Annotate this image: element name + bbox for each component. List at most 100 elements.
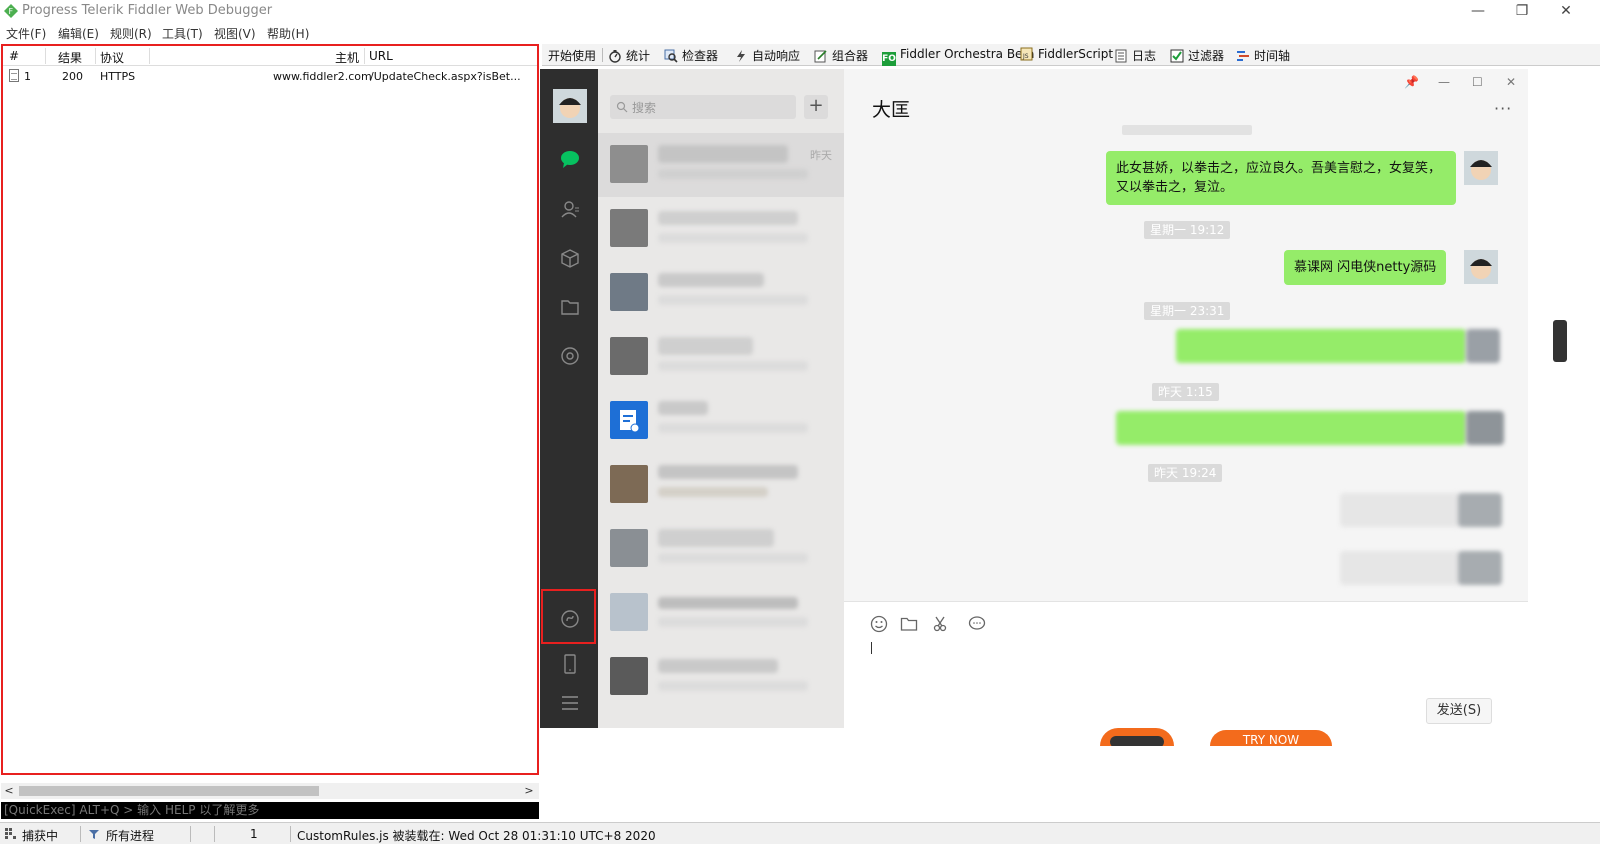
avatar[interactable]: [553, 89, 587, 123]
chat-maximize-button[interactable]: ☐: [1472, 75, 1483, 89]
horizontal-scrollbar[interactable]: < >: [1, 783, 539, 799]
menu-edit[interactable]: 编辑(E): [58, 25, 99, 42]
timestamp: 昨天 1:15: [1152, 383, 1219, 401]
menu-view[interactable]: 视图(V): [214, 25, 256, 42]
avatar: [610, 273, 648, 311]
message-bubble[interactable]: 慕课网 闪电侠netty源码: [1284, 250, 1447, 285]
sessions-header: # 结果 协议 主机 URL: [3, 46, 537, 66]
blurred-message[interactable]: [1340, 493, 1460, 527]
message-input[interactable]: 发送(S): [844, 602, 1528, 728]
tab-statistics[interactable]: 统计: [608, 47, 650, 65]
tab-filters[interactable]: 过滤器: [1170, 47, 1224, 65]
document-icon: [620, 410, 640, 433]
chat-minimize-button[interactable]: —: [1438, 75, 1450, 89]
tab-timeline[interactable]: 时间轴: [1236, 47, 1290, 65]
avatar: [1466, 411, 1504, 445]
scroll-right-icon[interactable]: >: [521, 783, 537, 799]
menu-help[interactable]: 帮助(H): [267, 25, 309, 42]
blurred-name: [658, 337, 753, 355]
message-bubble[interactable]: 此女甚娇，以拳击之，应泣良久。吾美言慰之，女复笑，又以拳击之，复泣。: [1106, 151, 1456, 205]
more-icon[interactable]: ···: [1494, 99, 1512, 118]
list-item[interactable]: [598, 261, 844, 325]
col-divider[interactable]: [95, 48, 96, 64]
timestamp: 星期一 23:31: [1144, 302, 1231, 320]
search-input[interactable]: 搜索: [610, 95, 796, 119]
list-item[interactable]: [598, 389, 844, 453]
chat-close-button[interactable]: ✕: [1506, 75, 1516, 89]
tab-orchestra[interactable]: FO Fiddler Orchestra Beta: [882, 47, 1035, 66]
message-area[interactable]: 此女甚娇，以拳击之，应泣良久。吾美言慰之，女复笑，又以拳击之，复泣。 星期一 1…: [844, 125, 1528, 601]
avatar: [1458, 551, 1502, 585]
avatar: [1466, 329, 1500, 363]
maximize-button[interactable]: ❐: [1500, 0, 1544, 22]
col-divider[interactable]: [149, 48, 150, 64]
scroll-left-icon[interactable]: <: [1, 783, 17, 799]
menu-bar: 文件(F) 编辑(E) 规则(R) 工具(T) 视图(V) 帮助(H): [0, 22, 540, 42]
blurred-name: [658, 465, 798, 479]
contacts-icon[interactable]: [560, 199, 580, 219]
list-item[interactable]: [598, 325, 844, 389]
status-divider: [290, 826, 291, 842]
send-button[interactable]: 发送(S): [1426, 698, 1492, 724]
session-row[interactable]: 1 200 HTTPS www.fiddler2.com /UpdateChec…: [3, 67, 537, 85]
minimize-button[interactable]: —: [1456, 0, 1500, 22]
fo-badge-icon: FO: [882, 52, 896, 66]
quickexec-input[interactable]: [QuickExec] ALT+Q > 输入 HELP 以了解更多: [1, 802, 539, 819]
col-host[interactable]: 主机: [335, 49, 359, 66]
menu-icon[interactable]: [560, 693, 580, 713]
list-item[interactable]: [598, 645, 844, 709]
pin-icon[interactable]: 📌: [1404, 75, 1419, 89]
chat-bubble-icon[interactable]: [560, 149, 580, 169]
capturing-status[interactable]: 捕获中: [22, 827, 58, 844]
chat-time: 昨天: [810, 149, 832, 162]
try-now-button[interactable]: TRY NOW: [1210, 730, 1332, 746]
blurred-name: [658, 529, 774, 547]
add-chat-button[interactable]: +: [804, 95, 828, 119]
phone-icon[interactable]: [560, 654, 580, 674]
mascot-image: [1100, 728, 1174, 746]
blurred-message[interactable]: [1116, 411, 1466, 445]
tab-divider: [602, 48, 603, 62]
menu-tools[interactable]: 工具(T): [162, 25, 203, 42]
script-icon: JS: [1020, 47, 1033, 61]
side-grip[interactable]: [1553, 320, 1567, 362]
list-item[interactable]: [598, 197, 844, 261]
folder-icon[interactable]: [560, 297, 580, 317]
tab-label: 时间轴: [1254, 49, 1291, 63]
col-result[interactable]: 结果: [58, 49, 82, 66]
text-cursor: [871, 642, 872, 654]
list-item[interactable]: [598, 581, 844, 645]
list-item[interactable]: [598, 453, 844, 517]
tab-log[interactable]: 日志: [1114, 47, 1156, 65]
emoji-icon[interactable]: [870, 615, 888, 633]
list-item[interactable]: 昨天: [598, 133, 844, 197]
tab-inspectors[interactable]: 检查器: [664, 47, 718, 65]
chat-history-icon[interactable]: [968, 615, 986, 633]
tab-label: 过滤器: [1188, 49, 1225, 63]
blurred-preview: [658, 487, 768, 497]
menu-file[interactable]: 文件(F): [6, 25, 46, 42]
process-filter[interactable]: 所有进程: [106, 827, 154, 844]
tab-fiddlerscript[interactable]: JS FiddlerScript: [1020, 47, 1113, 65]
sessions-panel[interactable]: # 结果 协议 主机 URL 1 200 HTTPS www.fiddler2.…: [1, 44, 539, 775]
col-divider[interactable]: [45, 48, 46, 64]
cube-icon[interactable]: [560, 248, 580, 268]
col-url[interactable]: URL: [369, 49, 393, 63]
tab-get-started[interactable]: 开始使用: [548, 47, 596, 65]
list-item[interactable]: [598, 517, 844, 581]
col-protocol[interactable]: 协议: [100, 49, 124, 66]
lightning-icon: [737, 50, 745, 62]
tab-autoresponder[interactable]: 自动响应: [734, 47, 800, 65]
scissors-icon[interactable]: [932, 615, 950, 633]
col-divider[interactable]: [364, 48, 365, 64]
scroll-thumb[interactable]: [19, 786, 319, 796]
blurred-preview: [658, 553, 808, 563]
moments-icon[interactable]: [560, 346, 580, 366]
menu-rules[interactable]: 规则(R): [110, 25, 152, 42]
col-number[interactable]: #: [9, 49, 19, 63]
folder-icon[interactable]: [900, 615, 918, 633]
blurred-message[interactable]: [1176, 329, 1466, 363]
tab-composer[interactable]: 组合器: [814, 47, 868, 65]
close-button[interactable]: ✕: [1544, 0, 1588, 22]
blurred-message[interactable]: [1340, 551, 1460, 585]
